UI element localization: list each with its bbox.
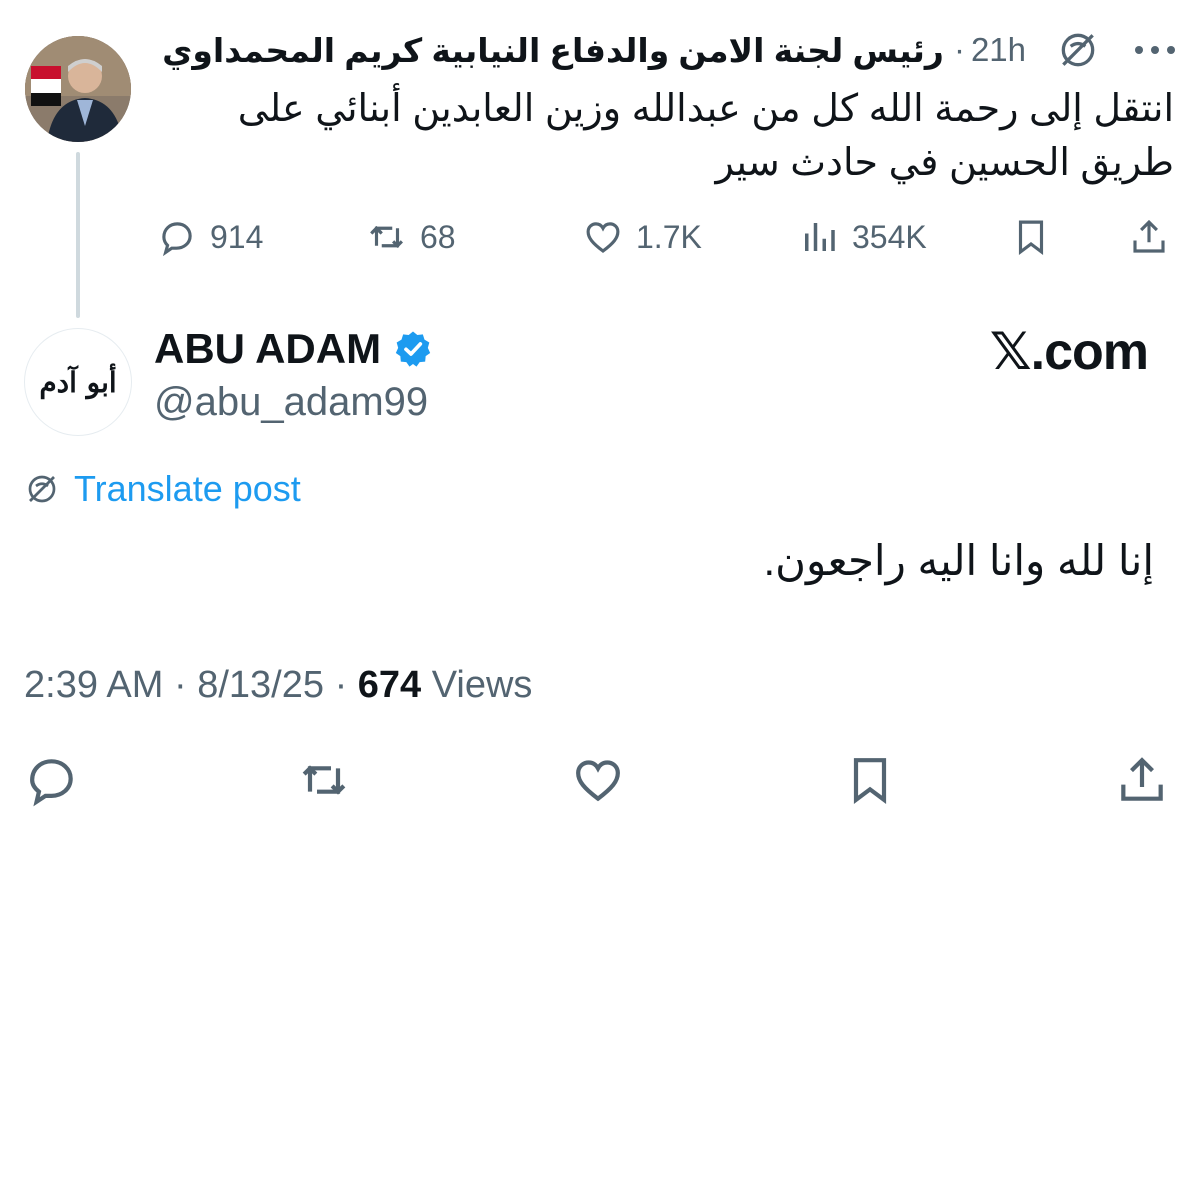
bookmark-button[interactable] bbox=[842, 752, 898, 813]
heart-icon bbox=[576, 760, 620, 802]
repost-icon bbox=[302, 765, 346, 795]
parent-tweet-text: انتقل إلى رحمة الله كل من عبدالله وزين ا… bbox=[237, 88, 1174, 184]
translate-post-link[interactable]: Translate post bbox=[24, 466, 301, 512]
parent-views-count: 354K bbox=[852, 218, 927, 255]
main-author-name-row: ABU ADAM bbox=[154, 325, 433, 373]
like-button[interactable] bbox=[570, 752, 626, 813]
analytics-icon bbox=[805, 223, 835, 251]
parent-repost-button[interactable]: 68 bbox=[366, 214, 456, 260]
repost-icon bbox=[370, 226, 403, 248]
tweet-date[interactable]: 8/13/25 bbox=[197, 664, 324, 706]
thread-connector-line bbox=[76, 152, 80, 318]
parent-tweet-time[interactable]: 21h bbox=[971, 31, 1026, 69]
parent-repost-count: 68 bbox=[420, 218, 456, 255]
share-icon bbox=[1133, 219, 1165, 253]
parent-views-button[interactable]: 354K bbox=[798, 214, 927, 260]
more-horizontal-icon[interactable] bbox=[1132, 40, 1178, 60]
parent-like-count: 1.7K bbox=[636, 218, 702, 255]
bookmark-icon bbox=[853, 758, 887, 805]
main-author-handle[interactable]: @abu_adam99 bbox=[154, 380, 428, 425]
tweet-metadata: 2:39 AM · 8/13/25 · 674 Views bbox=[24, 664, 532, 707]
share-button[interactable] bbox=[1114, 752, 1170, 813]
main-author-avatar[interactable]: أبو آدم bbox=[24, 328, 132, 436]
parent-reply-count: 914 bbox=[210, 218, 264, 255]
views-count: 674 bbox=[357, 664, 422, 706]
parent-author-name[interactable]: رئيس لجنة الامن والدفاع النيابية كريم ال… bbox=[162, 31, 944, 70]
translate-post-label: Translate post bbox=[74, 468, 301, 509]
parent-share-button[interactable] bbox=[1128, 214, 1170, 260]
heart-icon bbox=[586, 222, 620, 253]
site-watermark: 𝕏.com bbox=[989, 323, 1149, 381]
translate-globe-icon bbox=[28, 475, 56, 503]
parent-like-button[interactable]: 1.7K bbox=[582, 214, 702, 260]
share-icon bbox=[1121, 757, 1163, 801]
views-label: Views bbox=[431, 664, 533, 706]
bookmark-icon bbox=[1018, 220, 1044, 256]
repost-button[interactable] bbox=[296, 752, 352, 813]
parent-tweet-time-separator: · bbox=[953, 31, 965, 68]
verified-badge-icon bbox=[393, 329, 433, 369]
parent-tweet-header: رئيس لجنة الامن والدفاع النيابية كريم ال… bbox=[162, 28, 1178, 72]
meta-separator-1: · bbox=[173, 664, 187, 706]
parent-bookmark-button[interactable] bbox=[1010, 214, 1052, 260]
parent-reply-button[interactable]: 914 bbox=[156, 214, 263, 260]
main-tweet-text: إنا لله وانا اليه راجعون. bbox=[763, 537, 1154, 584]
parent-author-avatar[interactable] bbox=[25, 36, 131, 142]
translate-globe-icon[interactable] bbox=[1056, 28, 1100, 72]
meta-separator-2: · bbox=[334, 664, 348, 706]
reply-icon bbox=[30, 759, 73, 807]
tweet-time[interactable]: 2:39 AM bbox=[24, 664, 163, 706]
reply-icon bbox=[162, 222, 192, 257]
avatar-logo-text: أبو آدم bbox=[39, 365, 117, 399]
main-author-name[interactable]: ABU ADAM bbox=[154, 325, 381, 373]
reply-button[interactable] bbox=[24, 752, 80, 813]
